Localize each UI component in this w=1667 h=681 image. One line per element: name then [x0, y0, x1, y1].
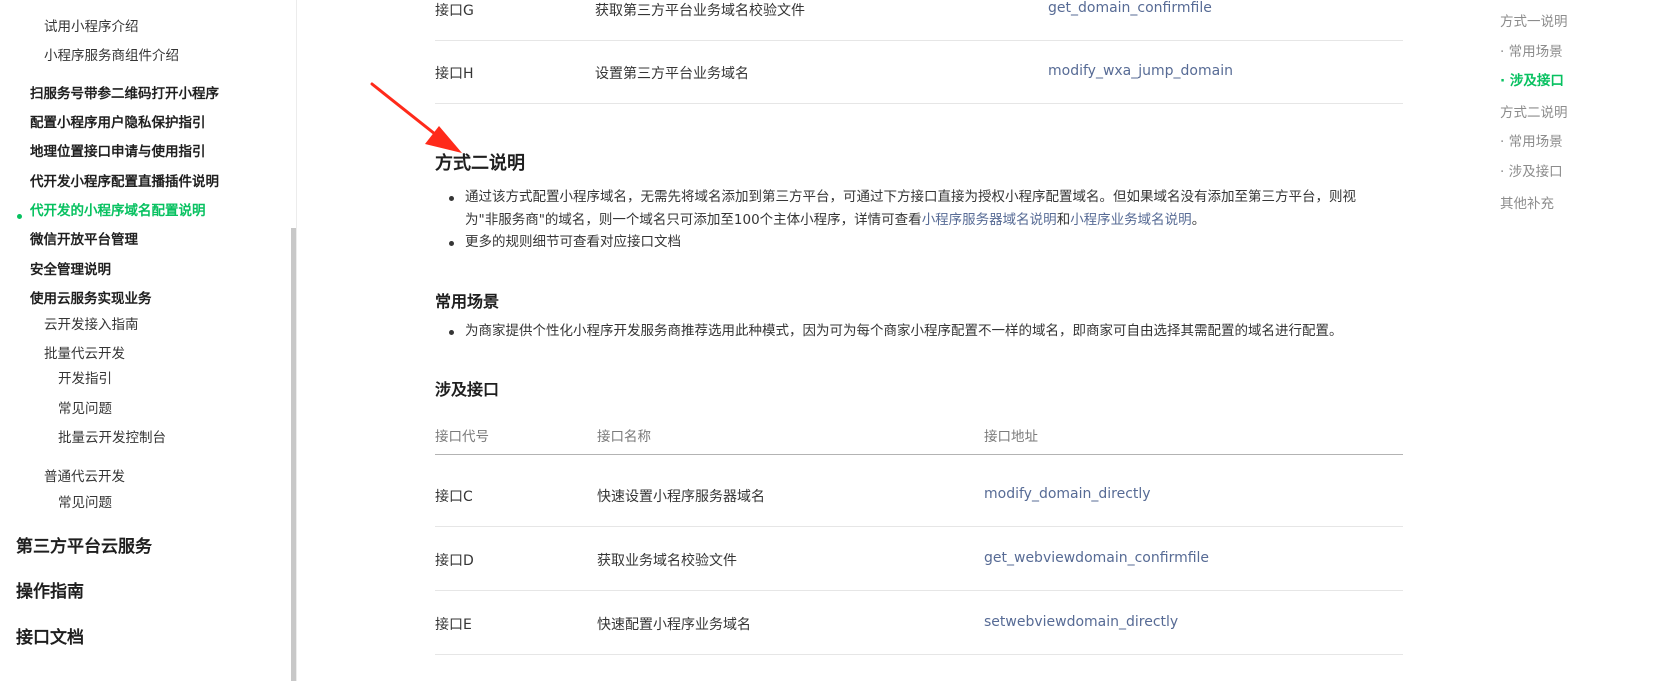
table-row-divider: [435, 40, 1403, 41]
top-row-g-api-link[interactable]: get_domain_confirmfile: [1048, 0, 1212, 16]
sidebar-divider: [296, 0, 297, 681]
sidebar-item-normal-cloud[interactable]: 普通代云开发: [44, 465, 125, 485]
bullet-dot: [449, 330, 454, 335]
toc-item-apis-2[interactable]: · 涉及接口: [1500, 160, 1563, 180]
sidebar-section-api-docs[interactable]: 接口文档: [16, 623, 84, 648]
sidebar-item-batch-cloud[interactable]: 批量代云开发: [44, 342, 125, 362]
top-row-g-name: 获取第三方平台业务域名校验文件: [595, 3, 805, 19]
sidebar-item-faq[interactable]: 常见问题: [58, 397, 112, 417]
toc-item-scenarios-2[interactable]: · 常用场景: [1500, 130, 1563, 150]
method2-paragraph-rules: 更多的规则细节可查看对应接口文档: [465, 234, 681, 250]
table-header-api: 接口地址: [984, 429, 1038, 445]
sidebar-item-live-plugin[interactable]: 代开发小程序配置直播插件说明: [30, 170, 219, 190]
table-header-name: 接口名称: [597, 429, 651, 445]
toc-item-apis-1[interactable]: · 涉及接口: [1500, 69, 1564, 89]
sidebar-section-cloud[interactable]: 第三方平台云服务: [16, 532, 152, 557]
toc-item-method1[interactable]: 方式一说明: [1500, 10, 1568, 30]
top-row-h-code: 接口H: [435, 66, 474, 82]
sidebar-item-open-platform[interactable]: 微信开放平台管理: [30, 228, 138, 248]
table-row-divider: [435, 526, 1403, 527]
api-row-c-code: 接口C: [435, 489, 473, 505]
sidebar-item-scan-qrcode[interactable]: 扫服务号带参二维码打开小程序: [30, 82, 219, 102]
sidebar-item-normal-faq[interactable]: 常见问题: [58, 491, 112, 511]
sidebar-item-cloud-service[interactable]: 使用云服务实现业务: [30, 287, 152, 307]
top-row-g-code: 接口G: [435, 3, 474, 19]
period-text: 。: [1191, 212, 1206, 228]
api-row-e-name: 快速配置小程序业务域名: [597, 617, 751, 633]
table-header-divider: [435, 454, 1403, 455]
section-title-method2: 方式二说明: [435, 153, 525, 174]
scenarios-paragraph: 为商家提供个性化小程序开发服务商推荐选用此种模式，因为可为每个商家小程序配置不一…: [465, 323, 1343, 339]
table-row-divider: [435, 103, 1403, 104]
server-domain-link[interactable]: 小程序服务器域名说明: [922, 212, 1057, 228]
sidebar-item-domain-config[interactable]: 代开发的小程序域名配置说明: [30, 199, 206, 219]
method2-paragraph-line2: 为"非服务商"的域名，则一个域名只可添加至100个主体小程序，详情可查看小程序服…: [465, 209, 1205, 231]
sidebar-section-guide[interactable]: 操作指南: [16, 577, 84, 602]
active-indicator-dot: [17, 214, 22, 219]
toc-item-other[interactable]: 其他补充: [1500, 192, 1554, 212]
bullet-dot: [449, 196, 454, 201]
table-row-divider: [435, 590, 1403, 591]
section-title-apis: 涉及接口: [435, 380, 500, 399]
sidebar-item-security[interactable]: 安全管理说明: [30, 258, 111, 278]
sidebar-item-cloud-guide[interactable]: 云开发接入指南: [44, 313, 139, 333]
api-row-c-name: 快速设置小程序服务器域名: [597, 489, 765, 505]
api-row-e-code: 接口E: [435, 617, 472, 633]
table-row-divider: [435, 654, 1403, 655]
bullet-dot: [449, 241, 454, 246]
section-title-scenarios: 常用场景: [435, 292, 500, 311]
method2-paragraph-line1: 通过该方式配置小程序域名，无需先将域名添加到第三方平台，可通过下方接口直接为授权…: [465, 189, 1356, 205]
and-text: 和: [1056, 212, 1071, 228]
api-row-e-link[interactable]: setwebviewdomain_directly: [984, 614, 1178, 630]
sidebar-nav: 试用小程序介绍 小程序服务商组件介绍 扫服务号带参二维码打开小程序 配置小程序用…: [0, 0, 290, 681]
sidebar-item-dev-guide[interactable]: 开发指引: [58, 367, 112, 387]
api-row-d-link[interactable]: get_webviewdomain_confirmfile: [984, 550, 1209, 566]
top-row-h-name: 设置第三方平台业务域名: [595, 66, 749, 82]
table-header-code: 接口代号: [435, 429, 489, 445]
toc-item-scenarios-1[interactable]: · 常用场景: [1500, 40, 1563, 60]
sidebar-item-service-components[interactable]: 小程序服务商组件介绍: [44, 44, 179, 64]
api-row-c-link[interactable]: modify_domain_directly: [984, 486, 1151, 502]
business-domain-link[interactable]: 小程序业务域名说明: [1070, 212, 1192, 228]
api-row-d-name: 获取业务域名校验文件: [597, 553, 737, 569]
sidebar-item-privacy-guide[interactable]: 配置小程序用户隐私保护指引: [30, 111, 206, 131]
api-row-d-code: 接口D: [435, 553, 474, 569]
sidebar-item-location-api[interactable]: 地理位置接口申请与使用指引: [30, 140, 206, 160]
method2-text: 为"非服务商"的域名，则一个域名只可添加至100个主体小程序，详情可查看: [465, 212, 922, 228]
top-row-h-api-link[interactable]: modify_wxa_jump_domain: [1048, 63, 1233, 79]
sidebar-item-batch-console[interactable]: 批量云开发控制台: [58, 426, 166, 446]
toc-item-method2[interactable]: 方式二说明: [1500, 101, 1568, 121]
sidebar-item-trial-miniprogram[interactable]: 试用小程序介绍: [44, 15, 139, 35]
